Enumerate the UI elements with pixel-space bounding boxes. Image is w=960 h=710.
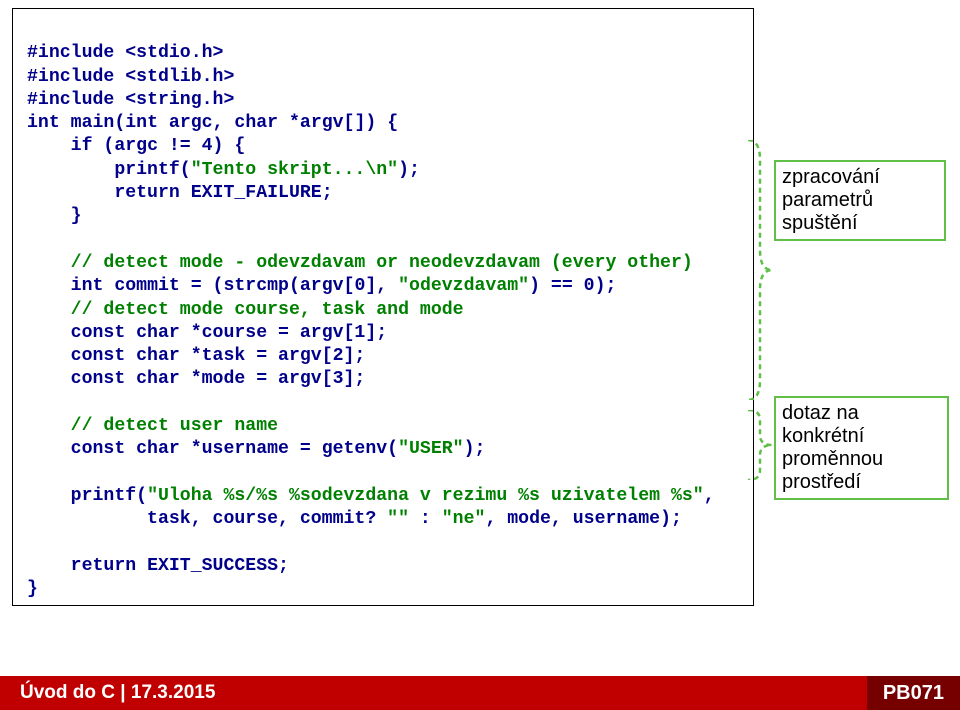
code-text: :	[409, 509, 442, 529]
code-text: <stdlib.h>	[125, 67, 234, 87]
code-text: );	[398, 160, 420, 180]
brace-icon	[746, 410, 774, 480]
code-text: <stdio.h>	[125, 43, 223, 63]
footer-date: 17.3.2015	[131, 682, 216, 703]
code-text: printf(	[27, 486, 147, 506]
code-text: int	[27, 113, 71, 133]
code-text: *task = argv[2];	[191, 346, 366, 366]
annotation-text: spuštění	[782, 212, 938, 235]
code-text: "ne"	[442, 509, 486, 529]
code-text: char	[234, 113, 289, 133]
annotation-box-1: zpracování parametrů spuštění	[774, 160, 946, 241]
code-text: if	[27, 136, 103, 156]
code-text: const char	[27, 439, 191, 459]
code-comment: // detect mode - odevzdavam or neodevzda…	[27, 253, 693, 273]
code-text: ,	[704, 486, 715, 506]
code-text: main(int	[71, 113, 169, 133]
annotation-text: parametrů	[782, 189, 938, 212]
code-text: }	[27, 206, 82, 226]
code-text: "odevzdavam"	[398, 276, 529, 296]
code-text: *argv[]) {	[289, 113, 398, 133]
footer-bar: Úvod do C | 17.3.2015 PB071	[0, 676, 960, 710]
code-text: }	[27, 579, 38, 599]
annotation-text: konkrétní	[782, 425, 941, 448]
footer-sep: |	[115, 682, 131, 703]
code-box: #include <stdio.h> #include <stdlib.h> #…	[12, 8, 754, 606]
code-text: #include	[27, 90, 125, 110]
code-comment: // detect mode course, task and mode	[27, 300, 464, 320]
code-text: commit = (strcmp(argv[0],	[114, 276, 398, 296]
annotation-box-2: dotaz na konkrétní proměnnou prostředí	[774, 396, 949, 500]
code-text: EXIT_FAILURE;	[191, 183, 333, 203]
code-text: *mode = argv[3];	[191, 369, 366, 389]
code-text: ""	[387, 509, 409, 529]
annotation-text: zpracování	[782, 166, 938, 189]
code-text: const char	[27, 323, 191, 343]
annotation-text: dotaz na	[782, 402, 941, 425]
footer-title: Úvod do C	[20, 682, 115, 703]
code-text: #include	[27, 43, 125, 63]
code-text: task, course, commit?	[27, 509, 387, 529]
footer-right: PB071	[867, 676, 960, 710]
code-text: int	[27, 276, 114, 296]
code-text: *course = argv[1];	[191, 323, 387, 343]
code-text: ) == 0);	[529, 276, 616, 296]
code-text: <string.h>	[125, 90, 234, 110]
code-text: argc,	[169, 113, 235, 133]
annotation-text: proměnnou	[782, 448, 941, 471]
code-comment: // detect user name	[27, 416, 278, 436]
code-text: const char	[27, 369, 191, 389]
brace-icon	[746, 140, 774, 400]
code-text: *username = getenv(	[191, 439, 398, 459]
code-text: "USER"	[398, 439, 464, 459]
annotation-text: prostředí	[782, 471, 941, 494]
code-text: EXIT_SUCCESS;	[147, 556, 289, 576]
footer-course: PB071	[883, 682, 944, 705]
code-text: , mode, username);	[485, 509, 681, 529]
code-text: return	[27, 183, 191, 203]
code-text: const char	[27, 346, 191, 366]
code-text: #include	[27, 67, 125, 87]
code-text: printf(	[27, 160, 191, 180]
code-text: "Tento skript...\n"	[191, 160, 398, 180]
code-text: return	[27, 556, 147, 576]
footer-left: Úvod do C | 17.3.2015	[20, 682, 215, 704]
code-text: );	[464, 439, 486, 459]
code-text: "Uloha %s/%s %sodevzdana v rezimu %s uzi…	[147, 486, 704, 506]
code-text: (argc != 4) {	[103, 136, 245, 156]
